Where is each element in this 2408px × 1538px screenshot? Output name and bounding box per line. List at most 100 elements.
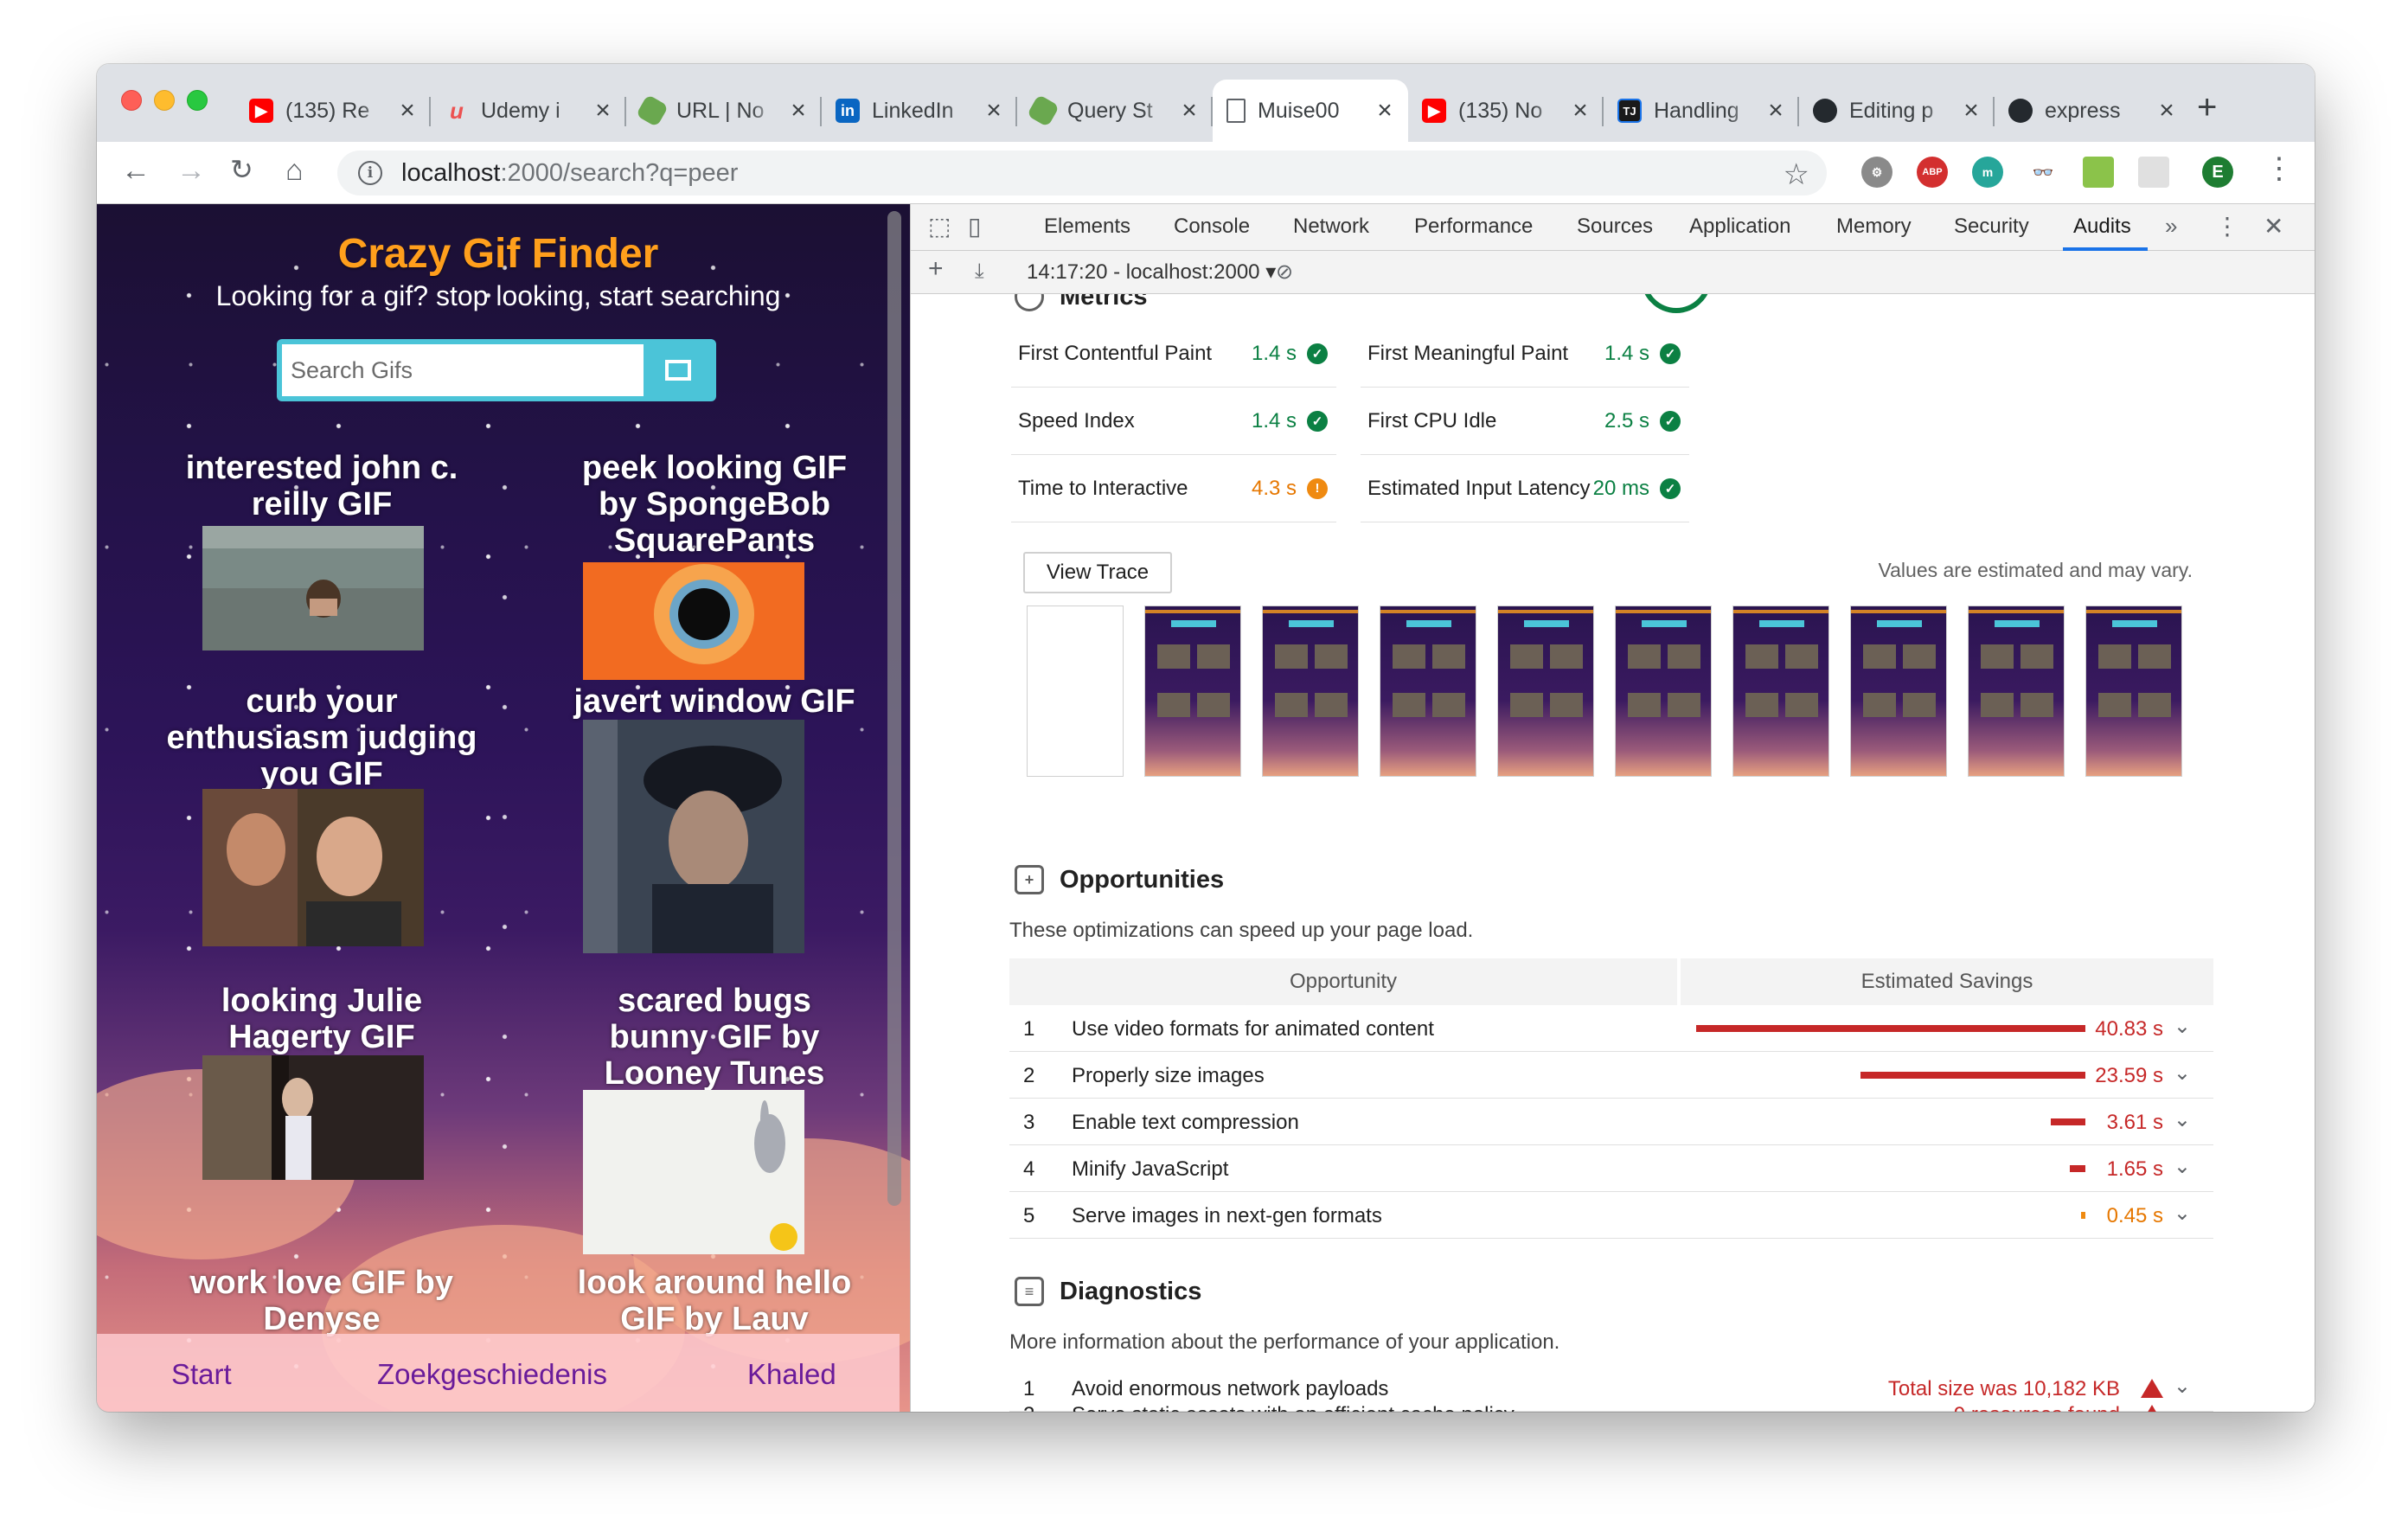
opportunity-row[interactable]: 3 Enable text compression 3.61 s ⌄ bbox=[1009, 1099, 2213, 1145]
minimize-window-button[interactable] bbox=[154, 90, 175, 111]
close-tab-icon[interactable]: × bbox=[1766, 98, 1785, 124]
settings-extension-icon[interactable]: ⚙ bbox=[1861, 157, 1892, 188]
gif-image[interactable] bbox=[202, 526, 424, 650]
metric-row: Estimated Input Latency 20 ms ✓ bbox=[1361, 455, 1689, 522]
close-tab-icon[interactable]: × bbox=[593, 98, 612, 124]
tab-audits[interactable]: Audits bbox=[2073, 215, 2131, 239]
pass-check-icon: ✓ bbox=[1660, 343, 1681, 364]
average-info-icon: ! bbox=[1307, 477, 1328, 499]
close-tab-icon[interactable]: × bbox=[1375, 98, 1394, 124]
chevron-down-icon[interactable]: ⌄ bbox=[2174, 1061, 2191, 1086]
browser-tab[interactable]: Query St × bbox=[1017, 80, 1213, 142]
more-tabs-icon[interactable]: » bbox=[2165, 215, 2177, 237]
chevron-down-icon[interactable]: ⌄ bbox=[2174, 1154, 2191, 1179]
browser-tab[interactable]: TJ Handling × bbox=[1604, 80, 1799, 142]
tab-sources[interactable]: Sources bbox=[1577, 215, 1653, 239]
browser-tab-active[interactable]: Muise00 × bbox=[1213, 80, 1408, 142]
gif-image[interactable] bbox=[583, 562, 804, 680]
close-tab-icon[interactable]: × bbox=[984, 98, 1003, 124]
reload-icon[interactable]: ↻ bbox=[230, 156, 253, 183]
browser-tab[interactable]: express × bbox=[1995, 80, 2190, 142]
opportunity-label: Minify JavaScript bbox=[1072, 1157, 1229, 1181]
download-report-icon[interactable]: ⤓ bbox=[975, 260, 984, 284]
opportunity-row[interactable]: 1 Use video formats for animated content 4… bbox=[1009, 1005, 2213, 1052]
browser-tab[interactable]: ▶ (135) No × bbox=[1408, 80, 1604, 142]
back-arrow-icon[interactable]: ← bbox=[121, 156, 150, 185]
nav-user-link[interactable]: Khaled bbox=[747, 1358, 836, 1391]
tab-title: LinkedIn bbox=[872, 98, 954, 123]
close-tab-icon[interactable]: × bbox=[789, 98, 808, 124]
metrics-heading: Metrics bbox=[1015, 294, 1148, 311]
browser-tab[interactable]: Editing p × bbox=[1799, 80, 1995, 142]
close-tab-icon[interactable]: × bbox=[1180, 98, 1199, 124]
nav-history-link[interactable]: Zoekgeschiedenis bbox=[377, 1358, 607, 1391]
extension-icon[interactable] bbox=[2138, 157, 2169, 188]
close-window-button[interactable] bbox=[121, 90, 142, 111]
profile-avatar[interactable]: E bbox=[2202, 157, 2233, 188]
search-input[interactable] bbox=[282, 344, 644, 396]
more-menu-icon[interactable]: ⋮ bbox=[2264, 154, 2294, 183]
metric-row: Time to Interactive 4.3 s! bbox=[1011, 455, 1336, 522]
clear-icon[interactable]: ⊘ bbox=[1276, 260, 1293, 285]
new-tab-button[interactable]: + bbox=[2197, 90, 2217, 125]
chevron-down-icon[interactable]: ⌄ bbox=[2174, 1201, 2191, 1226]
bookmark-star-icon[interactable]: ☆ bbox=[1784, 157, 1809, 192]
tab-performance[interactable]: Performance bbox=[1414, 215, 1533, 239]
url-text: localhost:2000/search?q=peer bbox=[401, 158, 739, 187]
close-tab-icon[interactable]: × bbox=[2157, 98, 2176, 124]
chevron-down-icon[interactable]: ⌄ bbox=[2174, 1107, 2191, 1132]
tab-elements[interactable]: Elements bbox=[1044, 215, 1130, 239]
forward-arrow-icon[interactable]: → bbox=[176, 156, 206, 185]
opportunity-row[interactable]: 2 Properly size images 23.59 s ⌄ bbox=[1009, 1052, 2213, 1099]
adblock-extension-icon[interactable]: ABP bbox=[1917, 157, 1948, 188]
diagnostics-description: More information about the performance o… bbox=[1009, 1330, 1560, 1354]
zoom-window-button[interactable] bbox=[187, 90, 208, 111]
gif-image[interactable] bbox=[583, 1090, 804, 1254]
gif-caption: scared bugs bunny GIF by Looney Tunes bbox=[604, 983, 825, 1092]
tab-network[interactable]: Network bbox=[1293, 215, 1369, 239]
inspect-element-icon[interactable]: ⬚ bbox=[928, 215, 951, 239]
devtools-menu-icon[interactable]: ⋮ bbox=[2215, 215, 2239, 239]
row-number: 5 bbox=[1023, 1204, 1035, 1227]
close-devtools-icon[interactable]: ✕ bbox=[2264, 215, 2283, 239]
opportunity-label: Properly size images bbox=[1072, 1064, 1265, 1087]
chevron-down-icon[interactable]: ⌄ bbox=[2174, 1014, 2191, 1039]
gif-caption: curb your enthusiasm judging you GIF bbox=[166, 683, 477, 792]
browser-tab[interactable]: URL | No × bbox=[626, 80, 822, 142]
device-toolbar-icon[interactable]: ▯ bbox=[968, 215, 981, 239]
plant-extension-icon[interactable] bbox=[2083, 157, 2114, 188]
info-icon[interactable]: i bbox=[358, 161, 382, 185]
extension-icon[interactable]: m bbox=[1972, 157, 2003, 188]
address-bar[interactable]: i localhost:2000/search?q=peer ☆ bbox=[337, 151, 1827, 195]
view-trace-button[interactable]: View Trace bbox=[1023, 552, 1172, 593]
close-tab-icon[interactable]: × bbox=[398, 98, 417, 124]
diagnostic-row[interactable]: 2 Serve static assets with an efficient … bbox=[1009, 1391, 2213, 1412]
tab-memory[interactable]: Memory bbox=[1836, 215, 1912, 239]
browser-tab[interactable]: ▶ (135) Re × bbox=[235, 80, 431, 142]
opportunity-row[interactable]: 5 Serve images in next-gen formats 0.45 s ⌄ bbox=[1009, 1192, 2213, 1239]
new-audit-icon[interactable]: + bbox=[928, 254, 944, 284]
chevron-down-icon[interactable]: ⌄ bbox=[2174, 1400, 2191, 1412]
tab-security[interactable]: Security bbox=[1954, 215, 2029, 239]
page-scrollbar[interactable] bbox=[887, 211, 901, 1206]
browser-tab[interactable]: u Udemy i × bbox=[431, 80, 626, 142]
tab-console[interactable]: Console bbox=[1174, 215, 1250, 239]
search-button[interactable] bbox=[654, 351, 702, 389]
gif-image[interactable] bbox=[202, 1055, 424, 1180]
nav-start-link[interactable]: Start bbox=[171, 1358, 232, 1391]
udemy-icon: u bbox=[450, 97, 464, 124]
opportunity-row[interactable]: 4 Minify JavaScript 1.65 s ⌄ bbox=[1009, 1145, 2213, 1192]
home-icon[interactable]: ⌂ bbox=[285, 156, 304, 185]
search-bar bbox=[277, 339, 716, 401]
tab-application[interactable]: Application bbox=[1689, 215, 1790, 239]
close-tab-icon[interactable]: × bbox=[1571, 98, 1590, 124]
close-tab-icon[interactable]: × bbox=[1962, 98, 1981, 124]
glasses-extension-icon[interactable]: 👓 bbox=[2027, 157, 2059, 188]
github-icon bbox=[1813, 99, 1837, 123]
browser-tab[interactable]: in LinkedIn × bbox=[822, 80, 1017, 142]
devtools-panel: ⬚ ▯ Elements Console Network Performance… bbox=[910, 204, 2315, 1412]
gif-image[interactable] bbox=[202, 789, 424, 946]
browser-toolbar: ← → ↻ ⌂ i localhost:2000/search?q=peer ☆… bbox=[97, 142, 2315, 204]
report-selector[interactable]: 14:17:20 - localhost:2000 ▾ bbox=[1027, 260, 1276, 285]
gif-image[interactable] bbox=[583, 720, 804, 953]
